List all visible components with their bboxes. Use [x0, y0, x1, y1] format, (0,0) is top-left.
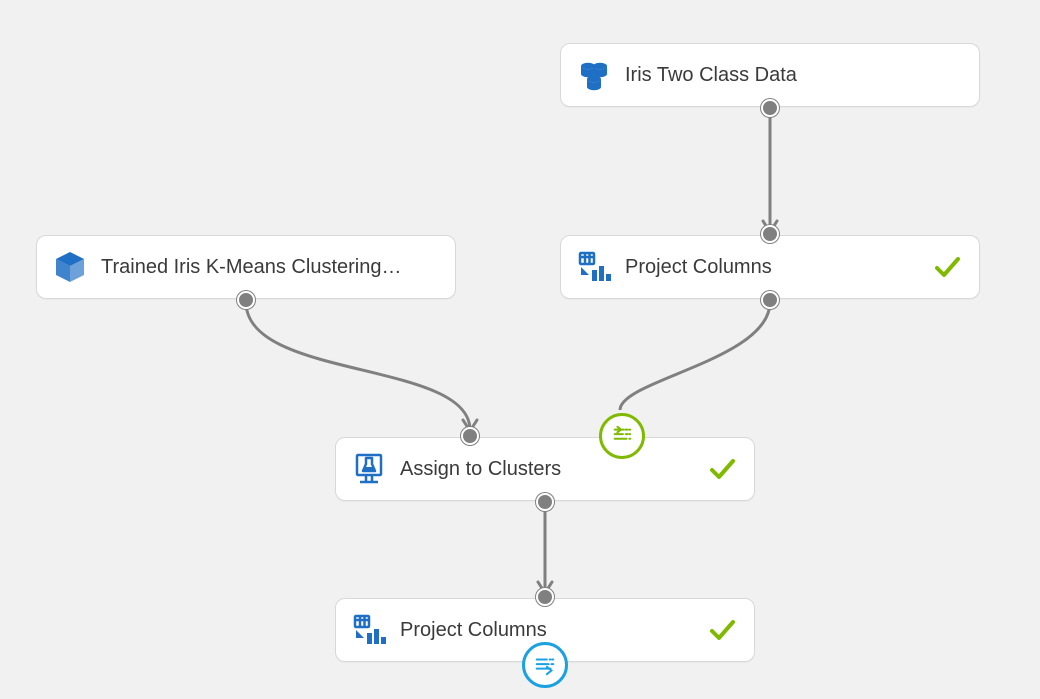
node-assign-clusters[interactable]: Assign to Clusters	[335, 437, 755, 501]
node-trained-model[interactable]: Trained Iris K-Means Clustering…	[36, 235, 456, 299]
status-check-icon	[933, 253, 961, 281]
input-port[interactable]	[536, 588, 554, 606]
output-port-badge[interactable]	[522, 642, 568, 688]
node-label: Project Columns	[625, 256, 933, 279]
node-label: Trained Iris K-Means Clustering…	[101, 256, 437, 279]
model-cube-icon	[53, 250, 87, 284]
status-check-icon	[708, 455, 736, 483]
output-port[interactable]	[761, 291, 779, 309]
project-columns-icon	[352, 613, 386, 647]
project-columns-icon	[577, 250, 611, 284]
experiment-icon	[352, 452, 386, 486]
pipeline-canvas[interactable]: Iris Two Class Data Trained Iris K-Means…	[0, 0, 1040, 699]
output-port[interactable]	[237, 291, 255, 309]
node-label: Assign to Clusters	[400, 458, 708, 481]
node-label: Iris Two Class Data	[625, 64, 961, 87]
input-port[interactable]	[461, 427, 479, 445]
node-label: Project Columns	[400, 619, 708, 642]
output-port[interactable]	[536, 493, 554, 511]
node-project-columns-1[interactable]: Project Columns	[560, 235, 980, 299]
input-port-badge[interactable]	[599, 413, 645, 459]
output-port[interactable]	[761, 99, 779, 117]
status-check-icon	[708, 616, 736, 644]
input-port[interactable]	[761, 225, 779, 243]
dataset-icon	[577, 58, 611, 92]
node-iris-data[interactable]: Iris Two Class Data	[560, 43, 980, 107]
